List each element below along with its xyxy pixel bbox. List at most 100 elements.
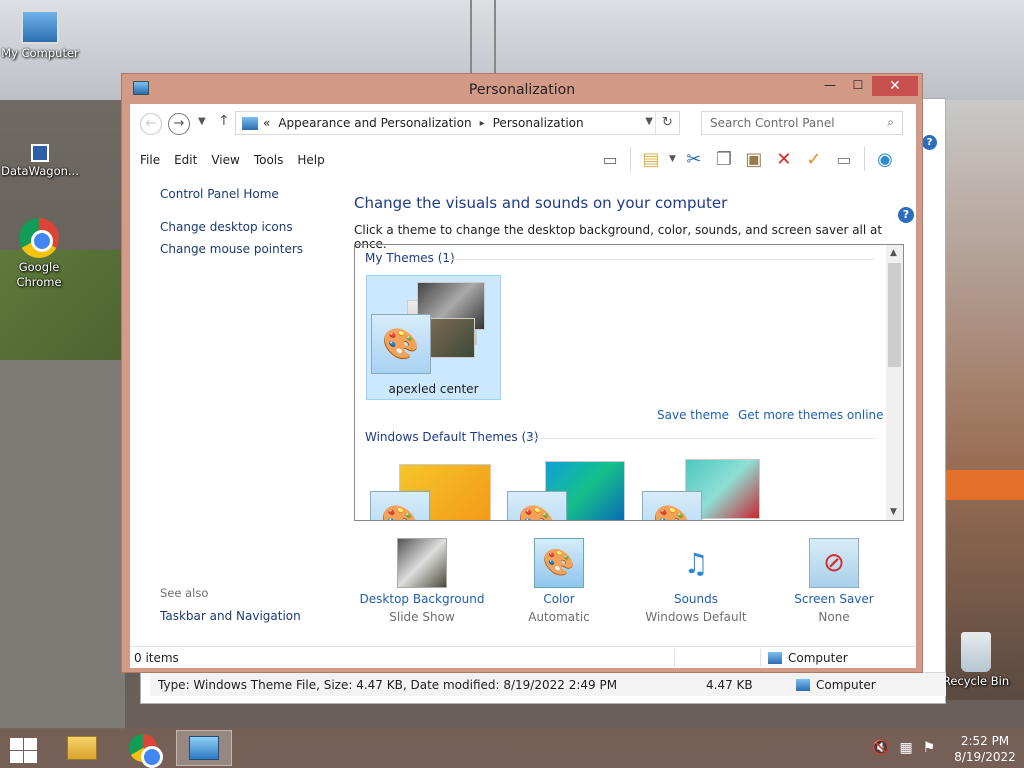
forward-button[interactable]: →	[168, 113, 190, 135]
action-center-icon[interactable]: ⚑	[923, 740, 936, 756]
setting-value: Windows Default	[645, 610, 747, 624]
windows-logo-icon	[24, 738, 37, 750]
screen-saver-setting[interactable]: ⊘ Screen Saver None	[769, 532, 899, 624]
scroll-down-icon[interactable]: ▼	[890, 507, 897, 517]
page-title: Change the visuals and sounds on your co…	[354, 194, 728, 212]
refresh-button[interactable]: ↻	[655, 112, 679, 134]
status-file-size: 4.47 KB	[706, 677, 753, 692]
checkmark-icon[interactable]: ✓	[802, 147, 826, 171]
taskbar-file-explorer[interactable]	[54, 730, 110, 766]
background-status-bar: Type: Windows Theme File, Size: 4.47 KB,…	[150, 672, 946, 696]
breadcrumb-separator-icon[interactable]: ▸	[480, 118, 485, 129]
setting-label[interactable]: Sounds	[631, 592, 761, 606]
menu-help[interactable]: Help	[297, 153, 324, 167]
shortcut-icon	[31, 144, 49, 162]
maximize-button[interactable]: ☐	[844, 76, 872, 96]
start-button[interactable]	[8, 736, 38, 763]
nav-change-mouse-pointers[interactable]: Change mouse pointers	[160, 242, 340, 256]
desktop-background-icon	[397, 538, 447, 588]
menu-edit[interactable]: Edit	[174, 153, 197, 167]
globe-icon[interactable]: ◉	[873, 147, 897, 171]
breadcrumb-personalization[interactable]: Personalization	[493, 116, 584, 130]
desktop-icon-google-chrome[interactable]: Google Chrome	[0, 218, 78, 290]
theme-list[interactable]: My Themes (1) 🎨 apexled center Save them…	[354, 244, 904, 521]
address-row: ← → ▼ ↑ « Appearance and Personalization…	[130, 104, 916, 142]
desktop-background-setting[interactable]: Desktop Background Slide Show	[357, 532, 487, 624]
back-button[interactable]: ←	[140, 113, 162, 135]
menu-view[interactable]: View	[211, 153, 239, 167]
close-button[interactable]: ✕	[872, 76, 918, 96]
clock-date: 8/19/2022	[954, 750, 1016, 764]
menu-tools[interactable]: Tools	[254, 153, 284, 167]
chevron-down-icon[interactable]: ▼	[669, 154, 676, 164]
search-input[interactable]: Search Control Panel ⌕	[701, 111, 903, 135]
computer-icon	[21, 10, 59, 44]
setting-label[interactable]: Screen Saver	[769, 592, 899, 606]
scrollbar-thumb[interactable]	[888, 263, 901, 367]
address-bar[interactable]: « Appearance and Personalization ▸ Perso…	[235, 111, 680, 135]
theme-list-scrollbar[interactable]: ▲ ▼	[886, 245, 903, 520]
group-divider	[527, 438, 875, 439]
taskbar-control-panel[interactable]	[176, 730, 232, 766]
windows-logo-icon	[10, 751, 23, 763]
color-setting[interactable]: 🎨 Color Automatic	[494, 532, 624, 624]
setting-label[interactable]: Desktop Background	[357, 592, 487, 606]
status-bar: 0 items Computer	[130, 646, 916, 668]
chrome-icon	[19, 218, 59, 258]
nav-control-panel-home[interactable]: Control Panel Home	[160, 187, 340, 201]
wallpaper-parking	[0, 360, 125, 730]
delete-icon[interactable]: ✕	[772, 147, 796, 171]
search-icon[interactable]: ⌕	[887, 115, 894, 130]
minimize-button[interactable]: —	[816, 76, 844, 96]
status-location-label: Computer	[816, 677, 876, 692]
computer-icon	[768, 651, 782, 664]
menu-bar: File Edit View Tools Help	[140, 153, 325, 167]
item-count: 0 items	[134, 650, 179, 665]
recent-pages-chevron-icon[interactable]: ▼	[198, 116, 206, 127]
sounds-icon: ♫	[683, 546, 709, 580]
help-icon[interactable]: ?	[898, 207, 914, 223]
color-palette-icon: 🎨	[642, 491, 702, 520]
sounds-setting[interactable]: ♫ Sounds Windows Default	[631, 532, 761, 625]
wallpaper-orange-band	[944, 470, 1024, 500]
theme-tile-selected[interactable]: 🎨 apexled center	[366, 275, 501, 400]
nav-taskbar-and-navigation[interactable]: Taskbar and Navigation	[160, 609, 301, 623]
window-title: Personalization	[468, 82, 576, 98]
taskbar-clock[interactable]: 2:52 PM 8/19/2022	[950, 733, 1020, 765]
copy-icon[interactable]: ❐	[712, 147, 736, 171]
group-default-themes: Windows Default Themes (3)	[365, 430, 539, 444]
computer-icon	[796, 678, 810, 691]
color-palette-icon: 🎨	[507, 491, 567, 520]
properties-icon[interactable]: ▤	[639, 147, 663, 171]
windows-logo-icon	[24, 751, 37, 763]
setting-label[interactable]: Color	[494, 592, 624, 606]
personalization-window[interactable]: Personalization — ☐ ✕ ← → ▼ ↑ « Appearan…	[121, 73, 923, 673]
status-divider	[760, 649, 761, 667]
status-location: Computer	[768, 651, 848, 665]
breadcrumb-appearance[interactable]: Appearance and Personalization	[278, 116, 471, 130]
save-theme-link[interactable]: Save theme	[657, 408, 729, 422]
paste-icon[interactable]: ▣	[742, 147, 766, 171]
desktop-icon-datawagon[interactable]: DataWagon...	[0, 144, 80, 179]
chevron-down-icon[interactable]: ▼	[645, 116, 653, 127]
help-icon[interactable]: ?	[922, 135, 937, 150]
nav-change-desktop-icons[interactable]: Change desktop icons	[160, 220, 340, 234]
layout-icon[interactable]: ▭	[598, 147, 622, 171]
rename-icon[interactable]: ▭	[832, 147, 856, 171]
desktop-icon-my-computer[interactable]: My Computer	[0, 10, 80, 61]
up-arrow-icon[interactable]: ↑	[218, 113, 230, 129]
get-more-themes-link[interactable]: Get more themes online	[738, 408, 884, 422]
scroll-up-icon[interactable]: ▲	[890, 248, 897, 258]
group-divider	[445, 259, 875, 260]
taskbar-chrome[interactable]	[115, 730, 171, 768]
desktop-icon-recycle-bin[interactable]: Recycle Bin	[936, 632, 1016, 689]
system-tray: 🔇 ▦ ⚑	[872, 740, 935, 756]
cut-icon[interactable]: ✂	[682, 147, 706, 171]
menu-file[interactable]: File	[140, 153, 160, 167]
desktop-icon-label: Google Chrome	[16, 260, 62, 289]
color-palette-icon: 🎨	[534, 538, 584, 588]
breadcrumb-overflow[interactable]: «	[263, 116, 270, 130]
network-icon[interactable]: ▦	[899, 740, 912, 756]
title-bar[interactable]: Personalization — ☐ ✕	[122, 74, 922, 104]
volume-muted-icon[interactable]: 🔇	[872, 740, 889, 756]
